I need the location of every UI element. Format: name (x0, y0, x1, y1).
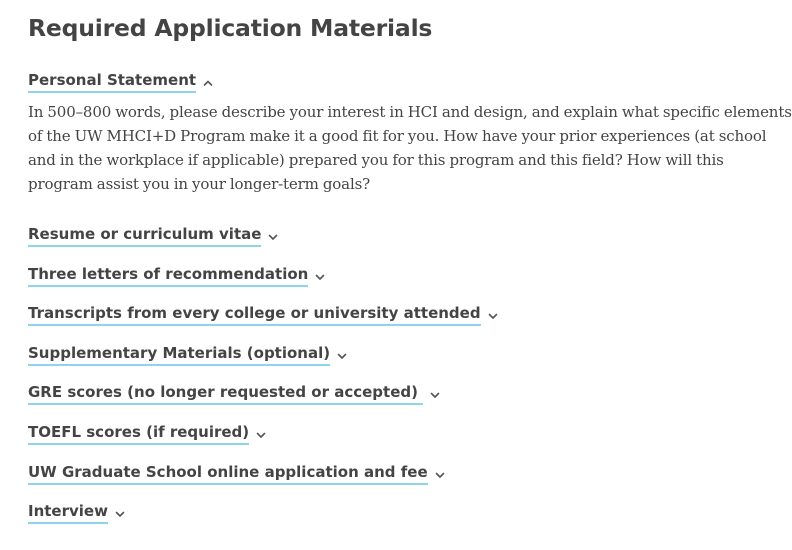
accordion-label[interactable]: Transcripts from every college or univer… (28, 304, 481, 326)
accordion-toefl-scores[interactable]: TOEFL scores (if required) (28, 423, 268, 445)
accordion-graduate-school-application[interactable]: UW Graduate School online application an… (28, 463, 447, 485)
accordion-recommendation-letters[interactable]: Three letters of recommendation (28, 265, 327, 287)
page-title: Required Application Materials (28, 14, 433, 42)
accordion-transcripts[interactable]: Transcripts from every college or univer… (28, 304, 500, 326)
accordion-supplementary-materials[interactable]: Supplementary Materials (optional) (28, 344, 349, 366)
accordion-interview[interactable]: Interview (28, 502, 127, 524)
accordion-label[interactable]: Resume or curriculum vitae (28, 225, 262, 247)
accordion-label[interactable]: Three letters of recommendation (28, 265, 309, 287)
chevron-down-icon[interactable] (428, 388, 442, 402)
accordion-gre-scores[interactable]: GRE scores (no longer requested or accep… (28, 383, 442, 405)
accordion-label[interactable]: TOEFL scores (if required) (28, 423, 250, 445)
chevron-down-icon[interactable] (335, 349, 349, 363)
accordion-label[interactable]: Personal Statement (28, 71, 197, 93)
chevron-up-icon[interactable] (201, 76, 215, 90)
accordion-personal-statement[interactable]: Personal Statement (28, 71, 215, 93)
chevron-down-icon[interactable] (266, 230, 280, 244)
chevron-down-icon[interactable] (486, 309, 500, 323)
chevron-down-icon[interactable] (313, 270, 327, 284)
accordion-label[interactable]: GRE scores (no longer requested or accep… (28, 383, 424, 405)
personal-statement-description: In 500–800 words, please describe your i… (28, 103, 792, 193)
chevron-down-icon[interactable] (254, 428, 268, 442)
accordion-resume[interactable]: Resume or curriculum vitae (28, 225, 280, 247)
accordion-label[interactable]: UW Graduate School online application an… (28, 463, 428, 485)
chevron-down-icon[interactable] (433, 468, 447, 482)
accordion-label[interactable]: Interview (28, 502, 108, 524)
accordion-label[interactable]: Supplementary Materials (optional) (28, 344, 331, 366)
chevron-down-icon[interactable] (113, 507, 127, 521)
